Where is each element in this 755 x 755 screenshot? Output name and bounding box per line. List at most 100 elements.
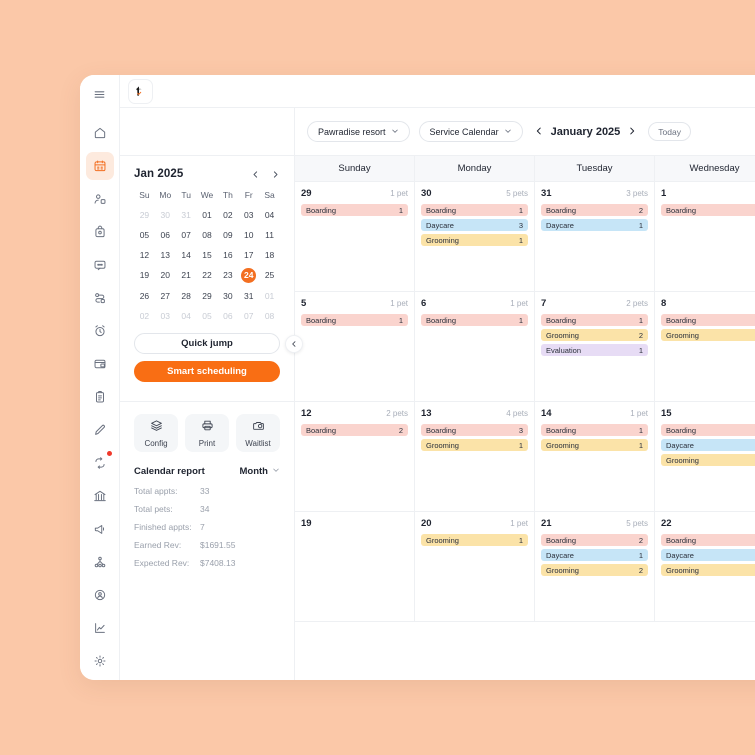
mini-cal-day[interactable]: 18 (259, 249, 280, 262)
mini-cal-day[interactable]: 21 (176, 269, 197, 283)
chevron-right-icon[interactable] (271, 170, 280, 179)
calendar-day-cell[interactable]: 5 1 pet Boarding 1 (295, 292, 415, 401)
event-pill-boarding[interactable]: Boarding 1 (421, 314, 528, 326)
event-pill-grooming[interactable]: Grooming 1 (421, 234, 528, 246)
calendar-day-cell[interactable]: 21 5 pets Boarding 2 Daycare 1 Grooming 2 (535, 512, 655, 621)
rail-item-marketing[interactable] (86, 515, 114, 543)
mini-cal-day[interactable]: 08 (197, 229, 218, 242)
event-pill-boarding[interactable]: Boarding (661, 314, 755, 326)
mini-cal-day[interactable]: 29 (134, 209, 155, 222)
calendar-day-cell[interactable]: 7 2 pets Boarding 1 Grooming 2 Evaluation 1 (535, 292, 655, 401)
mini-cal-day[interactable]: 07 (176, 229, 197, 242)
rail-item-payments[interactable] (86, 350, 114, 378)
rail-item-workflow[interactable] (86, 284, 114, 312)
mini-cal-day[interactable]: 07 (238, 310, 259, 323)
rail-item-home[interactable] (86, 119, 114, 147)
mini-cal-day[interactable]: 22 (197, 269, 218, 283)
chevron-left-icon[interactable] (534, 123, 544, 141)
calendar-day-cell[interactable]: 8 Boarding Grooming (655, 292, 755, 401)
rail-item-bank[interactable] (86, 482, 114, 510)
event-pill-grooming[interactable]: Grooming (661, 564, 755, 576)
event-pill-daycare[interactable]: Daycare 3 (421, 219, 528, 231)
rail-item-forms[interactable] (86, 383, 114, 411)
calendar-day-cell[interactable]: 12 2 pets Boarding 2 (295, 402, 415, 511)
mini-cal-day[interactable]: 14 (176, 249, 197, 262)
mini-cal-day[interactable]: 29 (197, 290, 218, 303)
mini-cal-day[interactable]: 11 (259, 229, 280, 242)
mini-cal-day[interactable]: 01 (259, 290, 280, 303)
calendar-day-cell[interactable]: 30 5 pets Boarding 1 Daycare 3 Grooming 1 (415, 182, 535, 291)
tile-config[interactable]: Config (134, 414, 178, 452)
event-pill-boarding[interactable]: Boarding 2 (541, 534, 648, 546)
calendar-day-cell[interactable]: 6 1 pet Boarding 1 (415, 292, 535, 401)
mini-cal-day[interactable]: 03 (238, 209, 259, 222)
mini-cal-day[interactable]: 06 (217, 310, 238, 323)
event-pill-boarding[interactable]: Boarding 1 (541, 424, 648, 436)
mini-cal-day[interactable]: 30 (155, 209, 176, 222)
event-pill-boarding[interactable]: Boarding 2 (541, 204, 648, 216)
mini-cal-day[interactable]: 08 (259, 310, 280, 323)
event-pill-grooming[interactable]: Grooming (661, 329, 755, 341)
calendar-day-cell[interactable]: 29 1 pet Boarding 1 (295, 182, 415, 291)
rail-item-reports[interactable] (86, 614, 114, 642)
calendar-day-cell[interactable]: 20 1 pet Grooming 1 (415, 512, 535, 621)
mini-cal-day[interactable]: 23 (217, 269, 238, 283)
mini-cal-day[interactable]: 17 (238, 249, 259, 262)
mini-cal-day[interactable]: 31 (176, 209, 197, 222)
event-pill-boarding[interactable]: Boarding 2 (301, 424, 408, 436)
event-pill-daycare[interactable]: Daycare 1 (541, 549, 648, 561)
mini-cal-day[interactable]: 02 (134, 310, 155, 323)
mini-cal-day[interactable]: 25 (259, 269, 280, 283)
event-pill-grooming[interactable]: Grooming (661, 454, 755, 466)
hamburger-icon[interactable] (86, 83, 114, 106)
rail-item-recurring[interactable] (86, 449, 114, 477)
mini-cal-day[interactable]: 28 (176, 290, 197, 303)
smart-scheduling-button[interactable]: Smart scheduling (134, 361, 280, 382)
mini-cal-day[interactable]: 10 (238, 229, 259, 242)
mini-cal-day[interactable]: 02 (217, 209, 238, 222)
calendar-day-cell[interactable]: 22 Boarding Daycare Grooming (655, 512, 755, 621)
rail-item-settings[interactable] (86, 647, 114, 675)
event-pill-boarding[interactable]: Boarding 1 (421, 204, 528, 216)
chevron-left-icon[interactable] (251, 170, 260, 179)
today-button[interactable]: Today (648, 122, 691, 141)
calendar-day-cell[interactable]: 15 Boarding Daycare Grooming (655, 402, 755, 511)
mini-cal-day[interactable]: 31 (238, 290, 259, 303)
event-pill-grooming[interactable]: Grooming 2 (541, 564, 648, 576)
mini-cal-day[interactable]: 30 (217, 290, 238, 303)
rail-item-staff[interactable] (86, 581, 114, 609)
quick-jump-button[interactable]: Quick jump (134, 333, 280, 354)
mini-cal-day[interactable]: 06 (155, 229, 176, 242)
mini-cal-day[interactable]: 19 (134, 269, 155, 283)
rail-item-pets[interactable] (86, 218, 114, 246)
mini-cal-day[interactable]: 20 (155, 269, 176, 283)
event-pill-boarding[interactable]: Boarding (661, 534, 755, 546)
mini-cal-day[interactable]: 27 (155, 290, 176, 303)
report-range-select[interactable]: Month (240, 466, 281, 477)
mini-cal-day[interactable]: 05 (134, 229, 155, 242)
pet-logo-icon[interactable] (128, 78, 153, 104)
mini-cal-day[interactable]: 01 (197, 209, 218, 222)
mini-cal-day[interactable]: 16 (217, 249, 238, 262)
event-pill-daycare[interactable]: Daycare (661, 549, 755, 561)
tile-print[interactable]: Print (185, 414, 229, 452)
calendar-day-cell[interactable]: 13 4 pets Boarding 3 Grooming 1 (415, 402, 535, 511)
event-pill-evaluation[interactable]: Evaluation 1 (541, 344, 648, 356)
mini-cal-day[interactable]: 09 (217, 229, 238, 242)
rail-item-clients[interactable] (86, 185, 114, 213)
event-pill-boarding[interactable]: Boarding (661, 424, 755, 436)
view-select[interactable]: Service Calendar (418, 121, 523, 142)
mini-cal-day[interactable]: 13 (155, 249, 176, 262)
event-pill-boarding[interactable]: Boarding (661, 204, 755, 216)
event-pill-grooming[interactable]: Grooming 2 (541, 329, 648, 341)
collapse-panel-button[interactable] (285, 335, 303, 353)
chevron-right-icon[interactable] (627, 123, 637, 141)
rail-item-messages[interactable] (86, 251, 114, 279)
rail-item-reminders[interactable] (86, 317, 114, 345)
event-pill-grooming[interactable]: Grooming 1 (421, 534, 528, 546)
rail-item-calendar[interactable] (85, 152, 114, 180)
event-pill-grooming[interactable]: Grooming 1 (541, 439, 648, 451)
mini-cal-day[interactable]: 05 (197, 310, 218, 323)
location-select[interactable]: Pawradise resort (307, 121, 410, 142)
rail-item-team[interactable] (86, 548, 114, 576)
